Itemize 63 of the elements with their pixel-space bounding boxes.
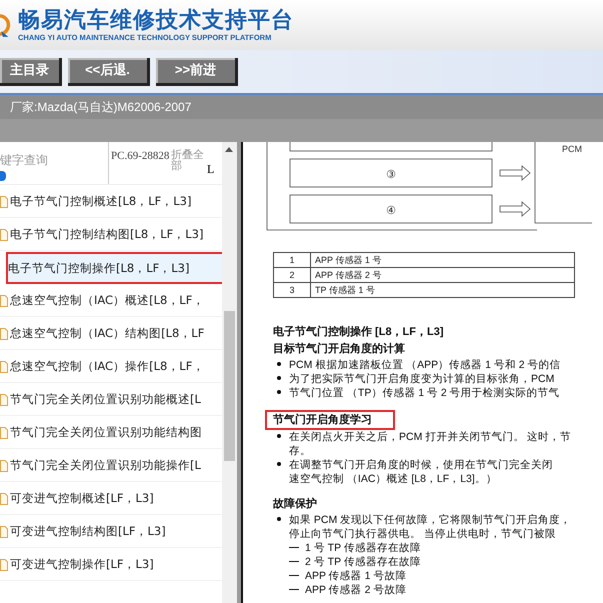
part-code: PC.69-28828 bbox=[108, 142, 171, 184]
nav-button[interactable]: >>前进 bbox=[156, 58, 238, 86]
diagram-label: ④ bbox=[386, 205, 396, 217]
body-text: 停止向节气门执行器供电。 当停止供电时，节气门被限 bbox=[288, 527, 557, 541]
tree-item[interactable]: 可变进气控制概述[LF，L3] bbox=[0, 483, 222, 515]
bullet-text: 在调整节气门开启角度的时候，使用在节气门完全关闭 bbox=[273, 458, 603, 472]
table-cell: APP 传感器 1 号 bbox=[310, 252, 574, 268]
search-label: 键字查询 bbox=[0, 152, 49, 169]
body-text: 存。 bbox=[288, 444, 312, 458]
tree-item[interactable]: 节气门完全关闭位置识别功能操作[L bbox=[0, 450, 222, 482]
tree-item[interactable]: 电子节气门控制操作[L8，LF，L3] bbox=[6, 252, 222, 284]
list-text: 1 号 TP 传感器存在故障 bbox=[273, 541, 603, 555]
search-button[interactable] bbox=[0, 171, 6, 181]
tree-item[interactable]: 可变进气控制结构图[LF，L3] bbox=[0, 516, 222, 548]
site-title: 畅易汽车维修技术支持平台 bbox=[18, 7, 294, 33]
nav-button[interactable]: 主目录 bbox=[0, 58, 62, 86]
scrollbar[interactable] bbox=[222, 142, 237, 603]
document-icon bbox=[0, 328, 8, 340]
list-text: APP 传感器 2 号故障 bbox=[273, 583, 603, 597]
body-text: 速空气控制 （IAC）概述 [L8，LF，L3]。） bbox=[288, 472, 498, 486]
tree-item[interactable]: 电子节气门控制概述[L8，LF，L3] bbox=[0, 186, 222, 218]
scroll-up-arrow-icon[interactable] bbox=[225, 147, 233, 152]
bullet-text: 在关闭点火开关之后，PCM 打开并关闭节气门。 这时，节 bbox=[273, 430, 603, 444]
document-icon bbox=[0, 294, 8, 306]
table-cell: TP 传感器 1 号 bbox=[310, 282, 574, 298]
column-header: L bbox=[207, 161, 214, 178]
document-icon bbox=[0, 460, 8, 472]
section-heading: 故障保护 bbox=[273, 496, 318, 512]
bullet-text: 为了把实际节气门开启角度变为计算的目标张角，PCM bbox=[273, 372, 603, 386]
document-icon bbox=[0, 492, 8, 504]
section-heading: 目标节气门开启角度的计算 bbox=[273, 342, 406, 357]
bullet-text: PCM 根据加速踏板位置 （APP）传感器 1 号和 2 号的信 bbox=[273, 358, 603, 372]
document-icon bbox=[0, 228, 8, 240]
table-cell: 2 bbox=[274, 268, 310, 282]
document-icon bbox=[0, 196, 8, 208]
tree-item[interactable]: 怠速空气控制（IAC）结构图[L8，LF bbox=[0, 318, 222, 350]
tree-item[interactable]: 怠速空气控制（IAC）操作[L8，LF， bbox=[0, 351, 222, 383]
bullet-text: 节气门位置 （TP）传感器 1 号 2 号用于检测实际的节气 bbox=[273, 386, 603, 400]
tree-item[interactable]: 节气门完全关闭位置识别功能结构图 bbox=[0, 417, 222, 449]
list-text: APP 传感器 1 号故障 bbox=[273, 569, 603, 583]
controller-label: PCM bbox=[562, 144, 582, 154]
tree-item[interactable]: 节气门完全关闭位置识别功能概述[L bbox=[0, 384, 222, 416]
document-icon bbox=[0, 426, 8, 438]
breadcrumb-text: 厂家:Mazda(马自达)M62006-2007 bbox=[0, 95, 603, 119]
table-cell: 1 bbox=[274, 252, 310, 268]
bullet-text: 如果 PCM 发现以下任何故障，它将限制节气门开启角度， bbox=[273, 513, 603, 527]
table-cell: 3 bbox=[274, 282, 310, 298]
table-cell: APP 传感器 2 号 bbox=[310, 268, 574, 282]
highlighted-heading: 节气门开启角度学习 bbox=[265, 410, 395, 430]
diagram-label: ③ bbox=[386, 169, 396, 181]
document-icon bbox=[0, 360, 8, 372]
arrow-icon bbox=[500, 201, 531, 217]
tree-item[interactable]: 可变进气控制操作[LF，L3] bbox=[0, 549, 222, 581]
list-text: 2 号 TP 传感器存在故障 bbox=[273, 555, 603, 569]
tree-item[interactable]: 电子节气门控制结构图[L8，LF，L3] bbox=[0, 219, 222, 251]
document-icon bbox=[0, 558, 8, 570]
document-icon bbox=[0, 526, 8, 538]
section-heading: 电子节气门控制操作 [L8，LF，L3] bbox=[273, 324, 444, 340]
tree-item[interactable]: 怠速空气控制（IAC）概述[L8，LF， bbox=[0, 285, 222, 317]
arrow-icon bbox=[500, 165, 531, 181]
scrollbar-thumb[interactable] bbox=[224, 311, 235, 461]
document-icon bbox=[0, 394, 8, 406]
nav-button[interactable]: <<后退. bbox=[68, 58, 150, 86]
